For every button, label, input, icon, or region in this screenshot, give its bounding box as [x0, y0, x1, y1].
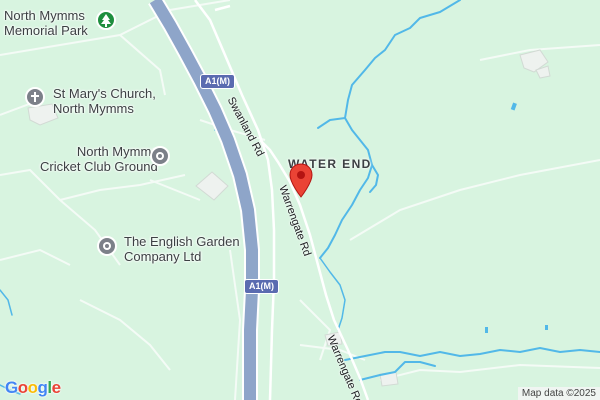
google-logo-letter-0: G [5, 378, 18, 397]
map-attribution[interactable]: Map data ©2025 [517, 387, 600, 400]
memorial-park-label[interactable]: North Mymms Memorial Park [4, 8, 88, 38]
google-logo-letter-5: e [51, 378, 61, 397]
landmark-icon-cricket[interactable] [150, 146, 170, 166]
cross-icon[interactable] [25, 87, 45, 107]
tree-icon[interactable] [96, 10, 116, 30]
church-label[interactable]: St Mary's Church, North Mymms [53, 86, 156, 116]
google-logo-letter-2: o [27, 378, 38, 397]
google-logo-letter-3: g [37, 378, 48, 397]
a1m-shield-top: A1(M) [200, 74, 235, 89]
cricket-label[interactable]: North Mymms Cricket Club Ground [40, 144, 158, 174]
google-logo-letter-1: o [17, 378, 28, 397]
map-pin-icon[interactable] [288, 163, 314, 204]
google-logo: Google [5, 378, 61, 398]
map-canvas[interactable]: A1(M) A1(M) Swanland Rd Warrengate Rd Wa… [0, 0, 600, 400]
landmark-icon-garden[interactable] [97, 236, 117, 256]
a1m-shield-mid: A1(M) [244, 279, 279, 294]
garden-label[interactable]: The English Garden Company Ltd [124, 234, 240, 264]
